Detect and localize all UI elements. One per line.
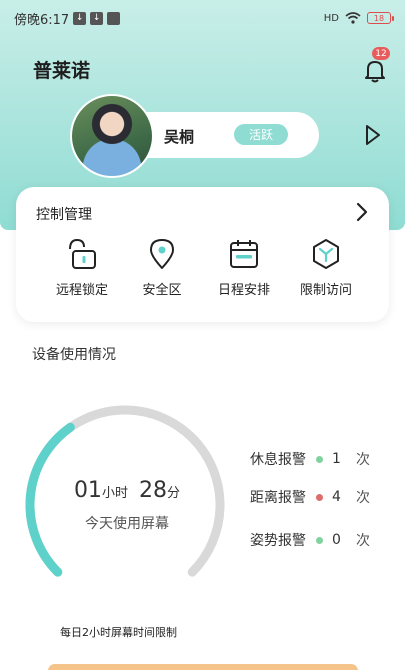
battery-level: 18 <box>373 13 385 23</box>
user-name: 吴桐 <box>164 128 195 146</box>
safe-zone-label: 安全区 <box>142 283 182 298</box>
chevron-right-icon[interactable] <box>355 201 369 223</box>
usage-title: 设备使用情况 <box>32 347 116 363</box>
limit-note: 每日2小时屏幕时间限制 <box>60 626 177 639</box>
notification-badge: 12 <box>372 47 390 60</box>
alarm-dot <box>316 493 323 501</box>
notification-icon <box>107 11 121 25</box>
app-title: 普莱诺 <box>33 60 91 82</box>
network-indicator: HD <box>323 12 339 24</box>
alarm-unit: 次 <box>356 533 370 549</box>
play-icon[interactable] <box>364 124 382 146</box>
alarm-row-distance[interactable]: 距离报警 4 次 <box>250 487 370 507</box>
usage-hours: 01 <box>73 478 102 503</box>
status-left: 傍晚6:17 ↓ ↓ <box>14 9 121 28</box>
alarm-row-posture[interactable]: 姿势报警 0 次 <box>250 530 370 550</box>
alarm-dot <box>316 536 323 544</box>
restrict-access-label: 限制访问 <box>299 283 352 298</box>
remote-lock-label: 远程锁定 <box>55 283 108 298</box>
alarm-unit: 次 <box>356 490 370 506</box>
usage-minutes: 28 <box>139 478 168 503</box>
status-right: HD 18 <box>323 12 394 24</box>
safe-zone-button[interactable]: 安全区 <box>122 237 202 298</box>
avatar[interactable] <box>70 94 154 178</box>
alarm-row-rest[interactable]: 休息报警 1 次 <box>250 449 370 469</box>
status-bar: 傍晚6:17 ↓ ↓ HD 18 <box>0 0 405 36</box>
alarm-unit: 次 <box>356 452 370 468</box>
schedule-label: 日程安排 <box>217 283 270 298</box>
battery-icon: 18 <box>367 12 394 24</box>
alarm-count: 1 <box>332 451 341 467</box>
bottom-action-button[interactable] <box>48 664 358 670</box>
restrict-access-button[interactable]: 限制访问 <box>286 237 366 298</box>
alarm-name: 姿势报警 <box>250 533 306 549</box>
usage-label: 今天使用屏幕 <box>85 516 169 532</box>
usage-minutes-unit: 分 <box>167 486 181 501</box>
control-card: 控制管理 远程锁定 安全区 日程安排 限制访问 <box>16 187 389 322</box>
download-icon: ↓ <box>73 11 87 25</box>
calendar-icon <box>230 240 258 268</box>
alarm-name: 休息报警 <box>250 452 306 468</box>
usage-hours-unit: 小时 <box>101 486 128 501</box>
schedule-button[interactable]: 日程安排 <box>204 237 284 298</box>
alarm-name: 距离报警 <box>250 490 306 506</box>
status-badge: 活跃 <box>234 124 288 145</box>
download-icon: ↓ <box>90 11 104 25</box>
unlock-icon <box>69 238 96 269</box>
bell-icon[interactable] <box>361 56 389 84</box>
remote-lock-button[interactable]: 远程锁定 <box>42 237 122 298</box>
usage-gauge <box>25 405 225 577</box>
location-pin-icon <box>150 239 174 269</box>
control-title: 控制管理 <box>36 207 92 223</box>
alarm-count: 0 <box>332 532 341 548</box>
restrict-icon <box>313 239 339 269</box>
alarm-dot <box>316 455 323 463</box>
usage-time: 01小时 28分 <box>52 478 202 503</box>
status-time: 傍晚6:17 <box>14 12 70 28</box>
wifi-icon <box>345 12 361 24</box>
alarm-count: 4 <box>332 489 341 505</box>
